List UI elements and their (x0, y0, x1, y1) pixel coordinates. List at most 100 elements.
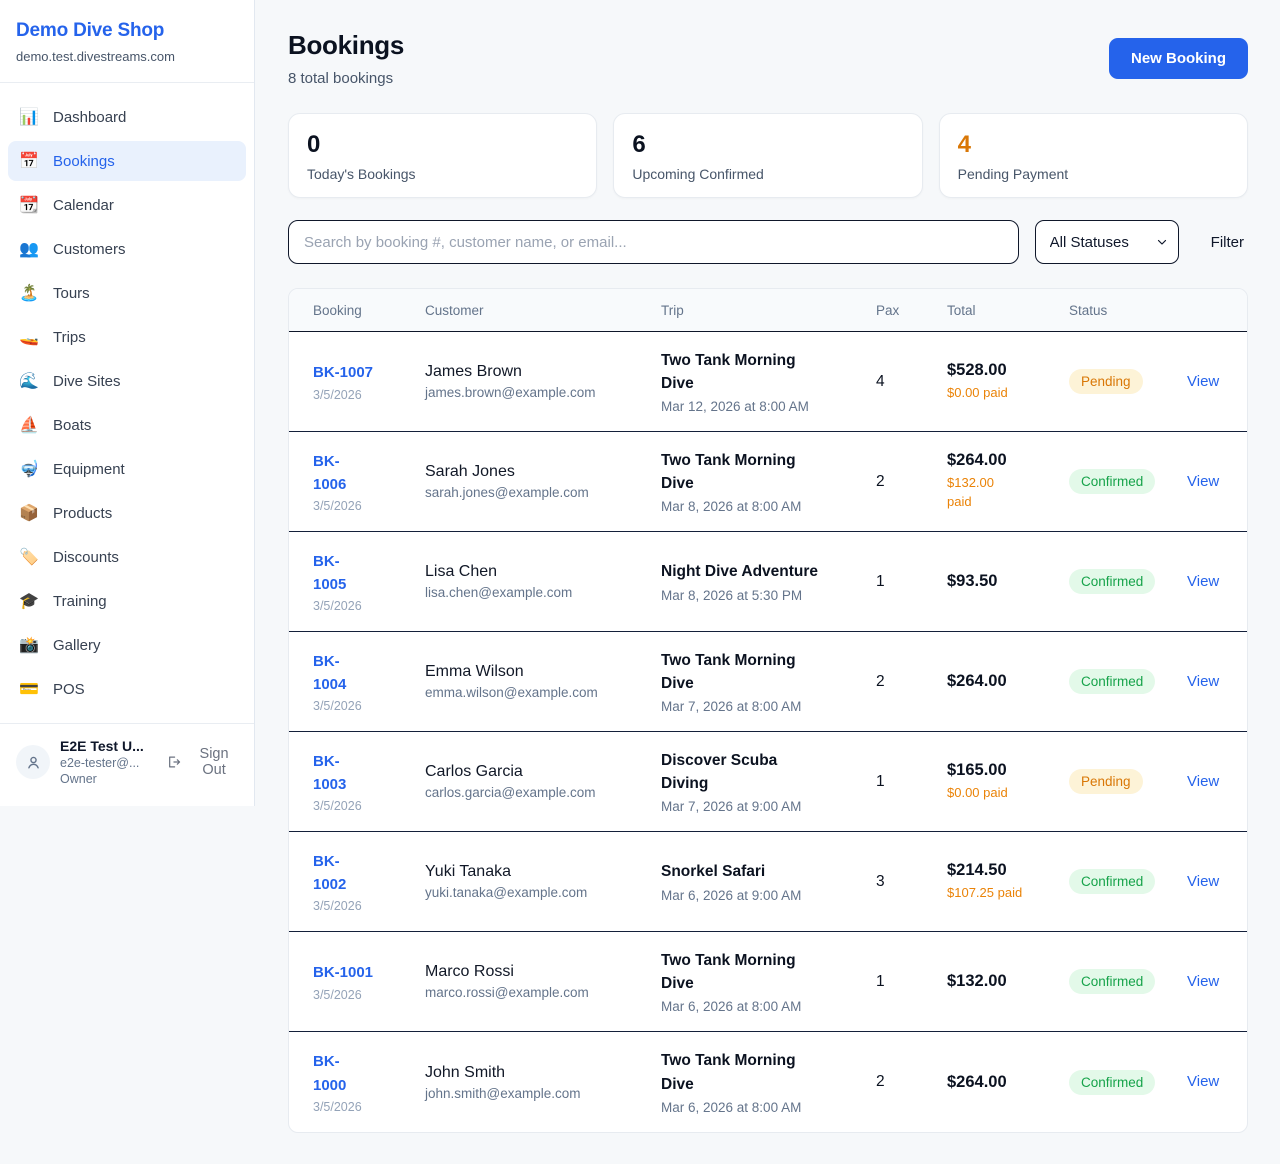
filter-button[interactable]: Filter (1211, 234, 1244, 251)
pax-cell: 2 (876, 473, 947, 491)
pax-cell: 1 (876, 973, 947, 991)
booking-id-link[interactable]: BK-1000 (313, 1050, 357, 1097)
sidebar-item-label: Training (53, 593, 107, 610)
column-header-status: Status (1069, 303, 1187, 318)
total-amount: $264.00 (947, 1073, 1069, 1092)
sidebar-item-customers[interactable]: 👥 Customers (8, 229, 246, 269)
brand-name[interactable]: Demo Dive Shop (16, 20, 238, 42)
island-icon: 🏝️ (18, 283, 40, 303)
user-info: E2E Test U... e2e-tester@... Owner (60, 738, 156, 786)
status-cell: Pending (1069, 369, 1187, 394)
status-select-wrap: All Statuses (1035, 220, 1179, 264)
trip-cell: Two Tank Morning Dive Mar 6, 2026 at 8:0… (661, 949, 876, 1015)
booking-id-link[interactable]: BK-1007 (313, 361, 373, 384)
trip-datetime: Mar 8, 2026 at 5:30 PM (661, 588, 876, 603)
sign-out-button[interactable]: Sign Out (166, 746, 240, 778)
sidebar-item-tours[interactable]: 🏝️ Tours (8, 273, 246, 313)
booking-cell: BK-1007 3/5/2026 (313, 361, 425, 401)
booking-date: 3/5/2026 (313, 899, 425, 913)
table-body: BK-1007 3/5/2026 James Brown james.brown… (289, 332, 1247, 1132)
trip-datetime: Mar 6, 2026 at 8:00 AM (661, 1100, 876, 1115)
stat-label: Upcoming Confirmed (632, 166, 903, 182)
booking-id-link[interactable]: BK-1006 (313, 450, 357, 497)
sidebar-item-dive-sites[interactable]: 🌊 Dive Sites (8, 361, 246, 401)
booking-date: 3/5/2026 (313, 599, 425, 613)
sidebar-item-equipment[interactable]: 🤿 Equipment (8, 449, 246, 489)
customer-cell: Marco Rossi marco.rossi@example.com (425, 963, 661, 1000)
new-booking-button[interactable]: New Booking (1109, 38, 1248, 79)
trip-cell: Two Tank Morning Dive Mar 8, 2026 at 8:0… (661, 449, 876, 515)
brand-block: Demo Dive Shop demo.test.divestreams.com (0, 0, 254, 83)
sidebar-item-pos[interactable]: 💳 POS (8, 669, 246, 709)
status-badge: Confirmed (1069, 1070, 1155, 1095)
total-amount: $264.00 (947, 451, 1069, 470)
trip-datetime: Mar 8, 2026 at 8:00 AM (661, 499, 876, 514)
app-root: Demo Dive Shop demo.test.divestreams.com… (0, 0, 1280, 1164)
sidebar-item-label: Bookings (53, 153, 115, 170)
trip-cell: Night Dive Adventure Mar 8, 2026 at 5:30… (661, 560, 876, 602)
booking-id-link[interactable]: BK-1001 (313, 961, 373, 984)
trip-name: Two Tank Morning Dive (661, 649, 819, 696)
pax-cell: 1 (876, 573, 947, 591)
customer-name: James Brown (425, 363, 661, 381)
paid-amount: $0.00 paid (947, 384, 1069, 403)
view-link[interactable]: View (1187, 1073, 1219, 1090)
customer-name: Sarah Jones (425, 463, 661, 481)
stat-value: 6 (632, 131, 903, 159)
booking-date: 3/5/2026 (313, 388, 425, 402)
action-cell: View (1187, 973, 1223, 991)
total-amount: $264.00 (947, 672, 1069, 691)
customer-email: yuki.tanaka@example.com (425, 885, 661, 900)
sidebar-item-label: Trips (53, 329, 86, 346)
status-badge: Confirmed (1069, 569, 1155, 594)
booking-id-link[interactable]: BK-1002 (313, 850, 357, 897)
status-select[interactable]: All Statuses (1035, 220, 1179, 264)
booking-cell: BK-1006 3/5/2026 (313, 450, 425, 514)
view-link[interactable]: View (1187, 673, 1219, 690)
view-link[interactable]: View (1187, 873, 1219, 890)
customer-email: lisa.chen@example.com (425, 585, 661, 600)
person-icon (25, 754, 42, 771)
customer-cell: Sarah Jones sarah.jones@example.com (425, 463, 661, 500)
view-link[interactable]: View (1187, 773, 1219, 790)
table-row: BK-1000 3/5/2026 John Smith john.smith@e… (289, 1032, 1247, 1132)
trip-name: Two Tank Morning Dive (661, 349, 819, 396)
sidebar-item-label: Equipment (53, 461, 125, 478)
trip-name: Snorkel Safari (661, 860, 819, 883)
sidebar-item-trips[interactable]: 🚤 Trips (8, 317, 246, 357)
sidebar-item-boats[interactable]: ⛵ Boats (8, 405, 246, 445)
pax-cell: 1 (876, 773, 947, 791)
status-cell: Confirmed (1069, 469, 1187, 494)
trip-datetime: Mar 7, 2026 at 8:00 AM (661, 699, 876, 714)
view-link[interactable]: View (1187, 473, 1219, 490)
user-box: E2E Test U... e2e-tester@... Owner Sign … (0, 723, 254, 806)
customer-cell: Carlos Garcia carlos.garcia@example.com (425, 763, 661, 800)
booking-id-link[interactable]: BK-1005 (313, 550, 357, 597)
sidebar-item-training[interactable]: 🎓 Training (8, 581, 246, 621)
sidebar-item-products[interactable]: 📦 Products (8, 493, 246, 533)
status-badge: Pending (1069, 369, 1143, 394)
total-cell: $165.00 $0.00 paid (947, 761, 1069, 803)
trip-name: Two Tank Morning Dive (661, 1049, 819, 1096)
sidebar-item-calendar[interactable]: 📆 Calendar (8, 185, 246, 225)
sidebar-item-dashboard[interactable]: 📊 Dashboard (8, 97, 246, 137)
paid-amount: $0.00 paid (947, 784, 1069, 803)
booking-id-link[interactable]: BK-1003 (313, 750, 357, 797)
view-link[interactable]: View (1187, 973, 1219, 990)
total-cell: $264.00 $132.00 paid (947, 451, 1069, 512)
view-link[interactable]: View (1187, 573, 1219, 590)
booking-date: 3/5/2026 (313, 699, 425, 713)
paid-amount: $107.25 paid (947, 884, 1069, 903)
total-amount: $132.00 (947, 972, 1069, 991)
table-row: BK-1003 3/5/2026 Carlos Garcia carlos.ga… (289, 732, 1247, 832)
booking-id-link[interactable]: BK-1004 (313, 650, 357, 697)
action-cell: View (1187, 773, 1223, 791)
sidebar-item-discounts[interactable]: 🏷️ Discounts (8, 537, 246, 577)
action-cell: View (1187, 373, 1223, 391)
sidebar-item-label: Tours (53, 285, 90, 302)
search-input[interactable] (288, 220, 1019, 264)
view-link[interactable]: View (1187, 373, 1219, 390)
sidebar-item-bookings[interactable]: 📅 Bookings (8, 141, 246, 181)
sidebar-item-gallery[interactable]: 📸 Gallery (8, 625, 246, 665)
customer-email: marco.rossi@example.com (425, 985, 661, 1000)
